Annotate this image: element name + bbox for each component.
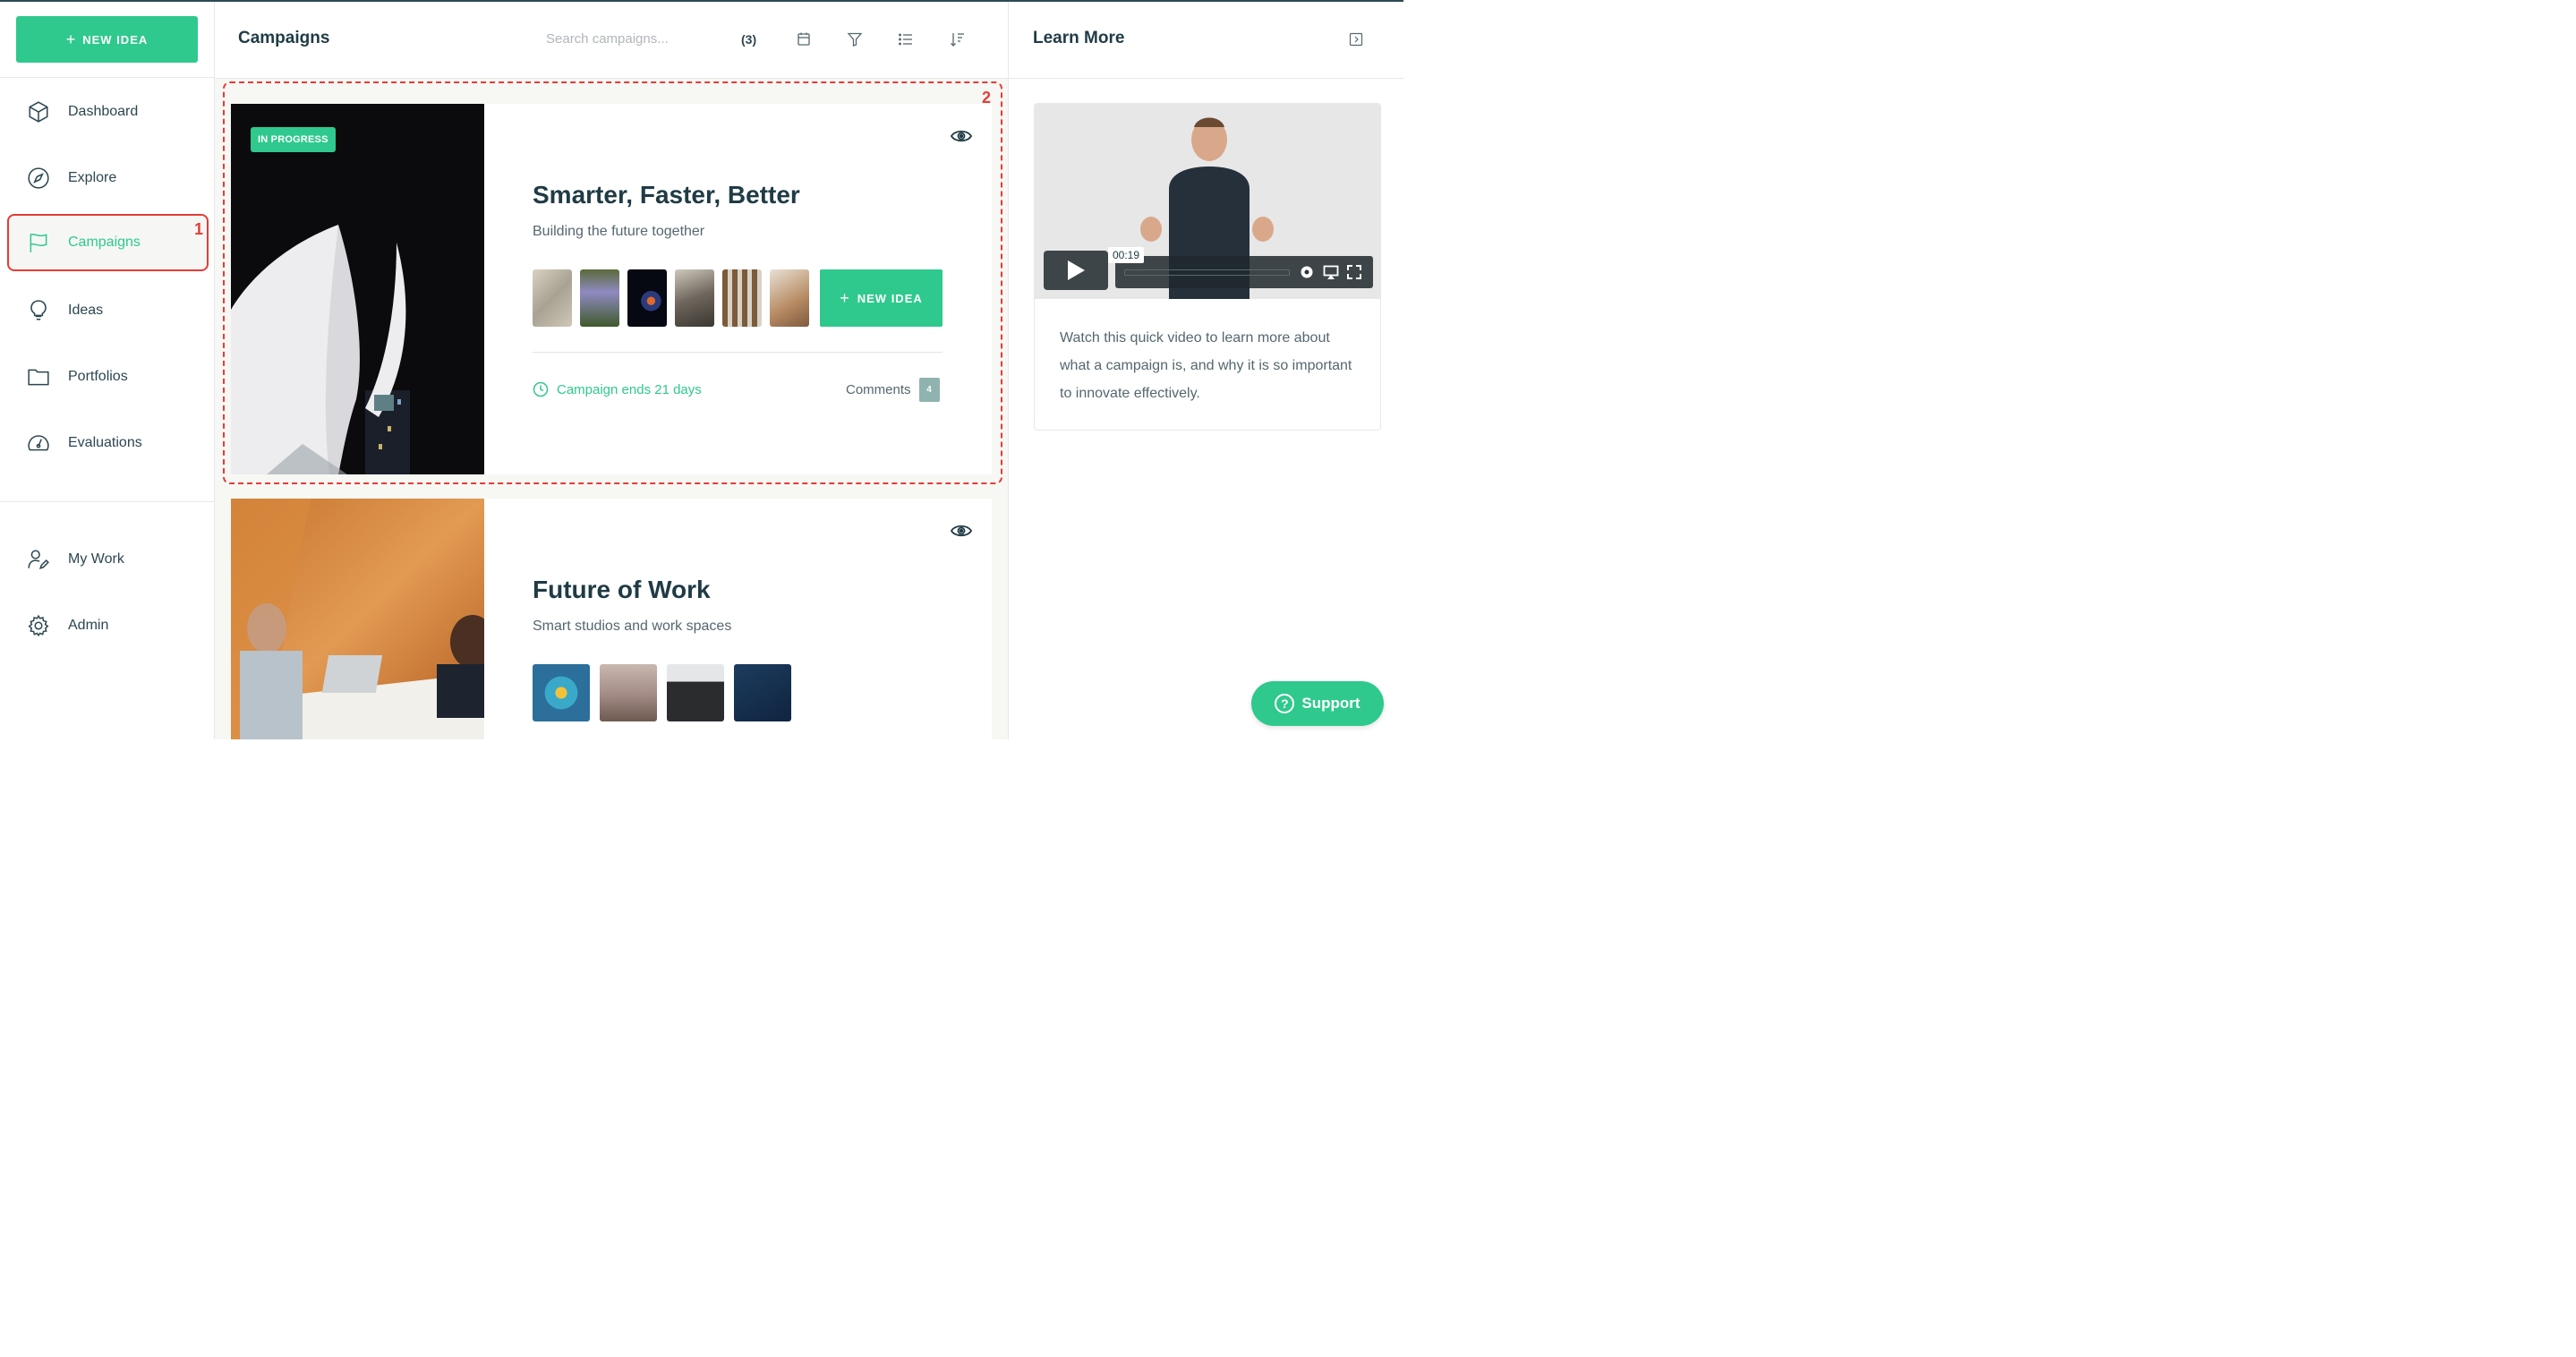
filter-icon[interactable] <box>846 30 864 48</box>
gauge-icon <box>28 435 49 451</box>
gear-icon <box>28 614 49 637</box>
video-player[interactable]: 00:19 <box>1035 104 1380 299</box>
question-icon: ? <box>1275 694 1295 713</box>
sidebar-item-label: Evaluations <box>68 435 142 450</box>
idea-thumbnail[interactable] <box>722 269 762 327</box>
campaign-card[interactable]: Future of Work Smart studios and work sp… <box>231 499 992 739</box>
user-edit-icon <box>28 550 49 569</box>
idea-thumbnail[interactable] <box>667 664 724 721</box>
campaign-end-info: Campaign ends 21 days <box>533 381 702 397</box>
campaign-card[interactable]: IN PROGRESS Smarter, Faster, Better Buil… <box>231 104 992 474</box>
fullscreen-icon[interactable] <box>1346 264 1362 280</box>
museum-photo <box>231 104 484 474</box>
video-description: Watch this quick video to learn more abo… <box>1060 330 1352 401</box>
list-icon[interactable] <box>897 30 915 48</box>
calendar-icon[interactable] <box>795 30 813 48</box>
support-button[interactable]: ? Support <box>1251 681 1384 726</box>
sidebar-item-dashboard[interactable]: Dashboard <box>7 83 209 141</box>
sidebar-item-explore[interactable]: Explore <box>7 149 209 207</box>
main-content: Campaigns (3) 2 IN PROGRESS <box>215 2 1008 739</box>
sidebar-item-label: Portfolios <box>68 369 128 384</box>
learn-more-header: Learn More <box>1009 2 1404 79</box>
new-idea-label: NEW IDEA <box>82 32 149 47</box>
video-timestamp: 00:19 <box>1108 247 1145 263</box>
video-card: 00:19 Watch this quick video to learn mo… <box>1034 103 1381 431</box>
idea-thumbnail[interactable] <box>533 269 572 327</box>
sidebar-item-my-work[interactable]: My Work <box>7 531 209 588</box>
sidebar-item-label: Explore <box>68 170 117 185</box>
sidebar-item-portfolios[interactable]: Portfolios <box>7 348 209 405</box>
card-divider <box>533 352 943 353</box>
comments-count-badge: 4 <box>918 378 940 402</box>
eye-icon[interactable] <box>951 127 972 145</box>
search-input[interactable] <box>546 31 698 47</box>
plus-icon: + <box>65 30 76 48</box>
campaign-count: (3) <box>741 32 757 47</box>
idea-thumbnail[interactable] <box>734 664 791 721</box>
sidebar-item-label: Dashboard <box>68 104 139 119</box>
compass-icon <box>28 167 49 189</box>
play-button[interactable] <box>1044 251 1108 290</box>
comments-label: Comments <box>846 382 911 397</box>
video-progress-bar[interactable] <box>1124 269 1290 276</box>
sidebar-item-label: Admin <box>68 618 109 633</box>
idea-thumbnail[interactable] <box>627 269 667 327</box>
sidebar-item-campaigns[interactable]: Campaigns <box>7 214 209 271</box>
page-title: Campaigns <box>238 29 330 47</box>
idea-thumbnail[interactable] <box>675 269 714 327</box>
sidebar-item-evaluations[interactable]: Evaluations <box>7 414 209 472</box>
idea-thumbnails <box>533 269 809 327</box>
sidebar-divider <box>0 501 214 502</box>
collapse-panel-icon[interactable] <box>1349 32 1363 47</box>
support-label: Support <box>1301 695 1361 712</box>
lightbulb-icon <box>30 300 47 320</box>
play-icon <box>1068 260 1085 280</box>
campaign-image <box>231 499 484 739</box>
idea-thumbnail[interactable] <box>580 269 619 327</box>
eye-icon[interactable] <box>951 522 972 540</box>
comments-link[interactable]: Comments 4 <box>846 378 940 402</box>
campaign-end-text: Campaign ends 21 days <box>557 381 702 397</box>
sidebar: + NEW IDEA Dashboard Explore Campaigns 1… <box>0 2 215 739</box>
new-idea-card-button[interactable]: + NEW IDEA <box>820 269 943 327</box>
learn-more-title: Learn More <box>1033 29 1125 47</box>
status-badge: IN PROGRESS <box>251 127 336 152</box>
sidebar-item-ideas[interactable]: Ideas <box>7 282 209 339</box>
cube-icon <box>29 101 48 123</box>
idea-thumbnails <box>533 664 801 721</box>
annotation-marker: 1 <box>194 220 204 238</box>
sort-icon[interactable] <box>949 30 967 48</box>
idea-thumbnail[interactable] <box>770 269 809 327</box>
new-idea-card-label: NEW IDEA <box>857 291 923 305</box>
video-controls[interactable] <box>1115 256 1373 288</box>
sidebar-item-label: Ideas <box>68 303 104 318</box>
sidebar-item-label: My Work <box>68 551 124 567</box>
sidebar-divider <box>0 77 214 78</box>
campaign-image: IN PROGRESS <box>231 104 484 474</box>
airplay-icon[interactable] <box>1323 264 1339 280</box>
plus-icon: + <box>840 288 850 307</box>
learn-more-panel: Learn More 00:19 Watch this quick video … <box>1008 2 1404 739</box>
sidebar-item-label: Campaigns <box>68 235 141 250</box>
campaign-title[interactable]: Smarter, Faster, Better <box>533 181 800 209</box>
settings-icon[interactable] <box>1299 264 1315 280</box>
new-idea-button[interactable]: + NEW IDEA <box>16 16 198 63</box>
flag-icon <box>30 234 47 252</box>
sidebar-item-admin[interactable]: Admin <box>7 597 209 654</box>
campaign-subtitle: Building the future together <box>533 224 705 239</box>
idea-thumbnail[interactable] <box>533 664 590 721</box>
clock-icon <box>533 381 549 397</box>
meeting-photo <box>231 499 484 739</box>
campaign-title[interactable]: Future of Work <box>533 576 711 604</box>
idea-thumbnail[interactable] <box>600 664 657 721</box>
main-header: Campaigns (3) <box>215 2 1008 79</box>
folder-icon <box>28 369 49 386</box>
campaign-subtitle: Smart studios and work spaces <box>533 619 732 634</box>
